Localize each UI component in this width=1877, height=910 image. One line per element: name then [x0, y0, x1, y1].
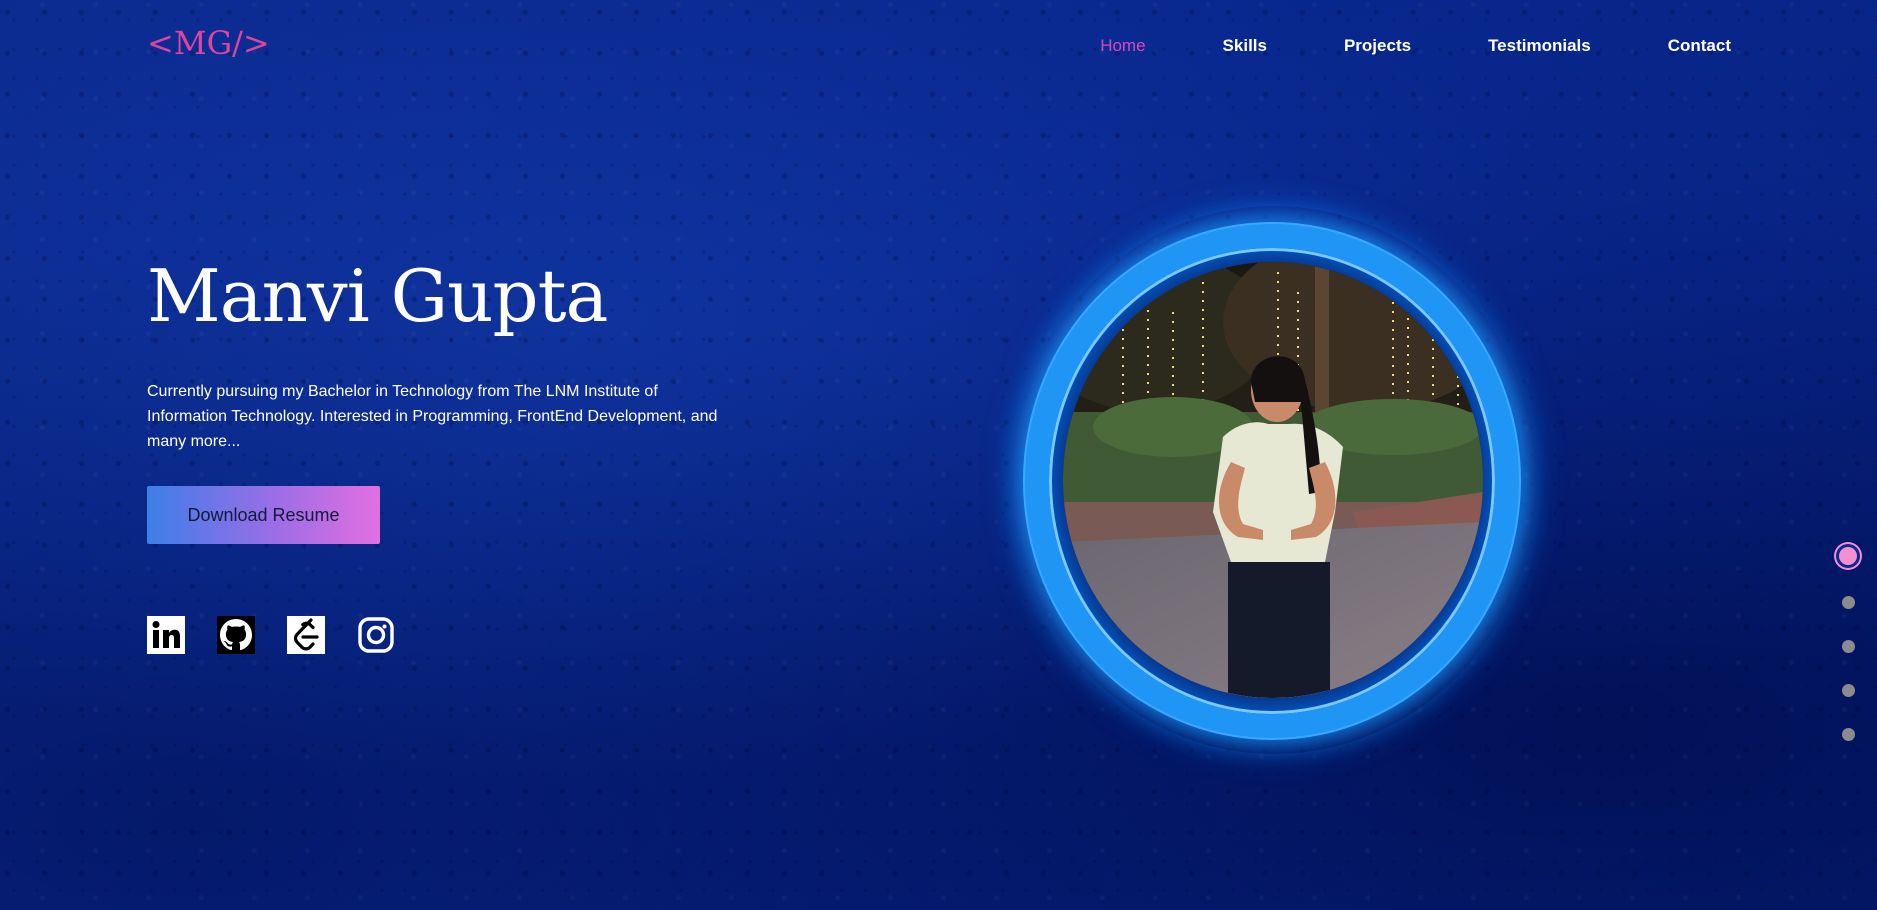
section-dot-contact[interactable]: [1841, 728, 1855, 741]
section-dot-home[interactable]: [1839, 547, 1857, 565]
download-resume-button[interactable]: Download Resume: [147, 486, 380, 544]
nav-testimonials[interactable]: Testimonials: [1488, 36, 1591, 56]
instagram-icon[interactable]: [357, 616, 395, 654]
linkedin-icon[interactable]: [147, 616, 185, 654]
nav-contact[interactable]: Contact: [1668, 36, 1731, 56]
hero-name: Manvi Gupta: [147, 254, 608, 338]
profile-photo: [1063, 262, 1483, 698]
leetcode-icon[interactable]: [287, 616, 325, 654]
nav-skills[interactable]: Skills: [1223, 36, 1267, 56]
hero-intro: Currently pursuing my Bachelor in Techno…: [147, 383, 718, 450]
section-dot-testimonials[interactable]: [1841, 684, 1855, 697]
site-logo[interactable]: <MG/>: [147, 24, 270, 62]
section-dot-projects[interactable]: [1841, 640, 1855, 653]
section-indicator: [1833, 544, 1863, 772]
github-icon[interactable]: [217, 616, 255, 654]
main-nav: Home Skills Projects Testimonials Contac…: [1023, 36, 1731, 56]
section-dot-skills[interactable]: [1841, 596, 1855, 609]
background-texture: [0, 0, 1877, 910]
profile-photo-frame: [1011, 206, 1537, 754]
social-links: [147, 616, 427, 654]
nav-home[interactable]: Home: [1100, 36, 1145, 56]
nav-projects[interactable]: Projects: [1344, 36, 1411, 56]
